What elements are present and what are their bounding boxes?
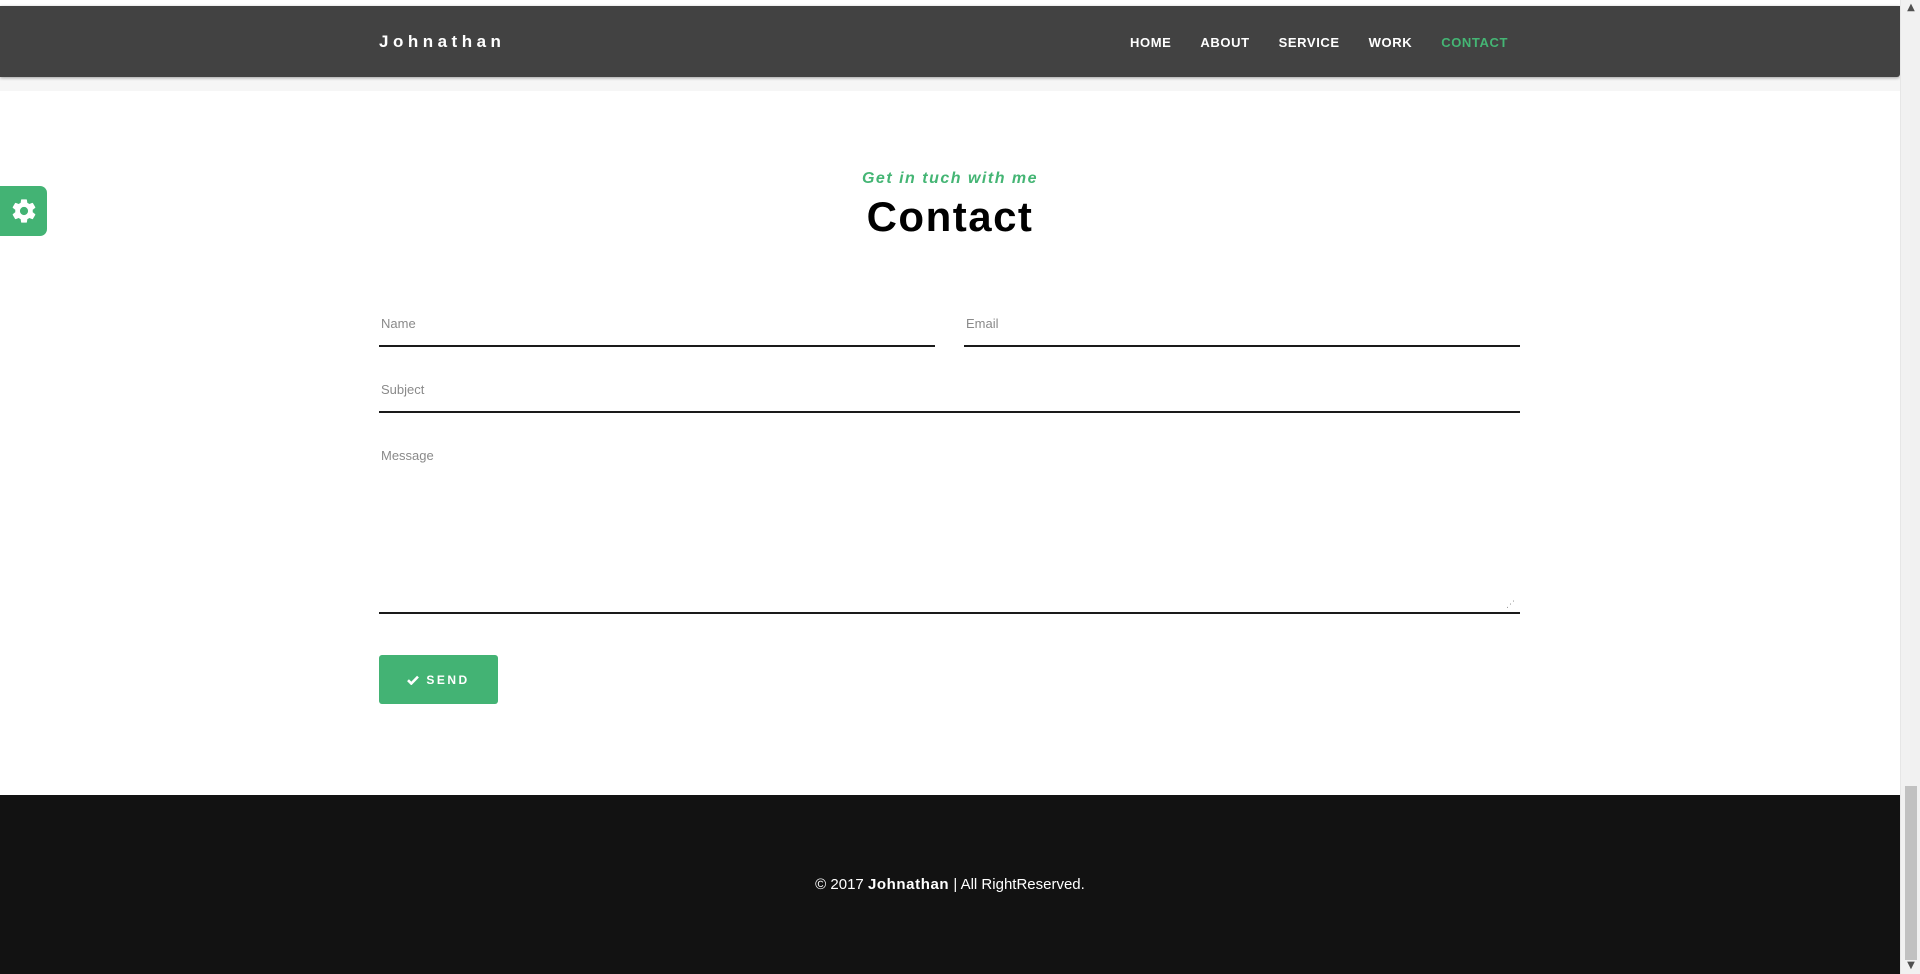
navbar: Johnathan HOME ABOUT SERVICE WORK CONTAC… bbox=[0, 6, 1900, 77]
footer-copyright: © 2017 Johnathan | All RightReserved. bbox=[0, 876, 1900, 893]
send-button[interactable]: SEND bbox=[379, 655, 498, 704]
footer-brand-name: Johnathan bbox=[867, 876, 950, 893]
section-title: Contact bbox=[866, 193, 1034, 240]
nav-item-about[interactable]: ABOUT bbox=[1200, 35, 1249, 50]
subject-field[interactable] bbox=[379, 380, 1520, 413]
email-field[interactable] bbox=[964, 314, 1520, 347]
copyright-year: © 2017 bbox=[815, 876, 864, 893]
page: Johnathan HOME ABOUT SERVICE WORK CONTAC… bbox=[0, 0, 1920, 974]
previous-section-edge bbox=[0, 77, 1900, 91]
send-button-label: SEND bbox=[426, 672, 470, 687]
main-nav: HOME ABOUT SERVICE WORK CONTACT bbox=[1130, 35, 1537, 50]
nav-item-home[interactable]: HOME bbox=[1130, 35, 1171, 50]
nav-item-contact[interactable]: CONTACT bbox=[1441, 35, 1508, 50]
message-field[interactable] bbox=[379, 446, 1520, 614]
scrollbar-thumb[interactable] bbox=[1905, 786, 1917, 960]
scroll-down-arrow-icon[interactable]: ▼ bbox=[1901, 958, 1920, 974]
check-icon bbox=[407, 675, 420, 685]
resize-grip-icon[interactable]: ⋰ bbox=[1506, 600, 1516, 610]
page-scrollbar[interactable]: ▲ ▼ bbox=[1900, 0, 1920, 974]
brand-logo[interactable]: Johnathan bbox=[379, 32, 505, 52]
copyright-rights: | All RightReserved. bbox=[953, 876, 1085, 893]
section-subtitle: Get in tuch with me bbox=[861, 170, 1039, 187]
nav-item-service[interactable]: SERVICE bbox=[1279, 35, 1340, 50]
name-field[interactable] bbox=[379, 314, 935, 347]
nav-item-work[interactable]: WORK bbox=[1369, 35, 1413, 50]
scroll-up-arrow-icon[interactable]: ▲ bbox=[1901, 0, 1920, 16]
